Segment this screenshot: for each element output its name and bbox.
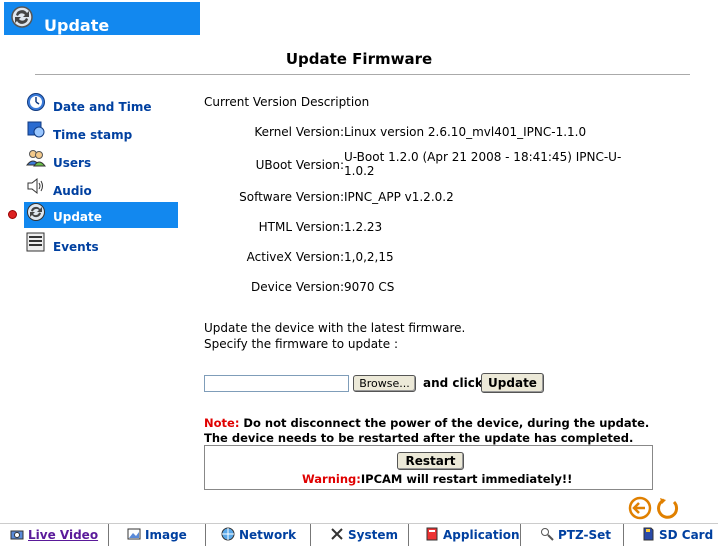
- timestamp-icon: [27, 121, 45, 138]
- sidebar-item-events[interactable]: Events: [24, 232, 179, 258]
- version-key: HTML Version:: [258, 220, 344, 234]
- tab-label: Network: [239, 528, 297, 542]
- sidebar-item-users[interactable]: Users: [24, 148, 179, 174]
- sidebar-item-audio[interactable]: Audio: [24, 176, 179, 202]
- note-text: Do not disconnect the power of the devic…: [239, 416, 650, 430]
- network-icon: [221, 527, 235, 541]
- version-value: U-Boot 1.2.0 (Apr 21 2008 - 18:41:45) IP…: [344, 150, 622, 178]
- header-title: Update: [44, 16, 110, 35]
- version-row-html: HTML Version: 1.2.23: [204, 220, 664, 240]
- header-bar: Update: [4, 2, 200, 35]
- version-value: 1.2.23: [344, 220, 383, 234]
- divider: [35, 74, 690, 75]
- sidebar-item-label: Date and Time: [53, 100, 152, 114]
- tab-network[interactable]: Network: [221, 527, 296, 547]
- version-row-kernel: Kernel Version: Linux version 2.6.10_mvl…: [204, 125, 664, 145]
- sidebar-item-label: Events: [53, 240, 99, 254]
- version-value: Linux version 2.6.10_mvl401_IPNC-1.1.0: [344, 125, 587, 139]
- tab-label: Application: [443, 528, 520, 542]
- sidebar-item-label: Update: [53, 210, 102, 224]
- sidebar-item-update[interactable]: Update: [24, 202, 178, 228]
- version-row-activex: ActiveX Version: 1,0,2,15: [204, 250, 664, 270]
- version-heading: Current Version Description: [204, 95, 370, 109]
- tab-system[interactable]: System: [330, 527, 398, 547]
- magnifier-icon: [541, 528, 554, 541]
- version-row-software: Software Version: IPNC_APP v1.2.0.2: [204, 190, 664, 210]
- update-button[interactable]: Update: [481, 373, 544, 393]
- note-line-1: Note: Do not disconnect the power of the…: [204, 416, 649, 430]
- page-title: Update Firmware: [285, 50, 433, 68]
- version-row-device: Device Version: 9070 CS: [204, 280, 664, 300]
- tab-label: Image: [145, 528, 187, 542]
- tab-label: System: [348, 528, 398, 542]
- refresh-icon[interactable]: [656, 496, 680, 520]
- tab-label: SD Card: [659, 528, 714, 542]
- and-click-label: and click: [423, 376, 483, 390]
- version-row-uboot: UBoot Version: U-Boot 1.2.0 (Apr 21 2008…: [204, 150, 664, 186]
- note-line-2: The device needs to be restarted after t…: [204, 431, 634, 445]
- sidebar-item-label: Users: [53, 156, 92, 170]
- tab-divider: [108, 524, 109, 546]
- sidebar-item-label: Audio: [53, 184, 92, 198]
- tab-label: Live Video: [28, 528, 99, 542]
- tab-divider: [408, 524, 409, 546]
- browse-button[interactable]: Browse...: [353, 375, 416, 392]
- note-prefix: Note:: [204, 416, 240, 430]
- version-key: UBoot Version:: [255, 158, 344, 172]
- events-icon: [26, 232, 45, 252]
- tab-image[interactable]: Image: [127, 527, 187, 547]
- tools-icon: [331, 528, 343, 540]
- sdcard-icon: [643, 527, 654, 541]
- version-key: Software Version:: [239, 190, 344, 204]
- image-icon: [127, 528, 141, 540]
- version-key: Device Version:: [250, 280, 344, 294]
- update-icon: [27, 203, 45, 221]
- tab-application[interactable]: Application: [425, 527, 520, 547]
- sidebar-item-label: Time stamp: [53, 128, 133, 142]
- restart-warning: Warning:IPCAM will restart immediately!!: [302, 472, 572, 486]
- version-value: 9070 CS: [344, 280, 395, 294]
- speaker-icon: [27, 177, 43, 195]
- tab-divider: [310, 524, 311, 546]
- update-instruction: Update the device with the latest firmwa…: [204, 321, 466, 335]
- sidebar-item-date-and-time[interactable]: Date and Time: [24, 92, 179, 118]
- version-value: 1,0,2,15: [344, 250, 394, 264]
- clock-icon: [27, 93, 45, 111]
- version-key: ActiveX Version:: [246, 250, 344, 264]
- tab-ptz-set[interactable]: PTZ-Set: [540, 527, 611, 547]
- warning-text: IPCAM will restart immediately!!: [360, 472, 573, 486]
- sidebar-item-time-stamp[interactable]: Time stamp: [24, 120, 179, 146]
- tab-divider: [205, 524, 206, 546]
- version-value: IPNC_APP v1.2.0.2: [344, 190, 454, 204]
- users-icon: [26, 150, 46, 167]
- firmware-file-input[interactable]: [204, 375, 349, 392]
- application-icon: [426, 527, 438, 541]
- tab-live-video[interactable]: Live Video: [10, 527, 98, 547]
- tab-label: PTZ-Set: [558, 528, 611, 542]
- warning-prefix: Warning:: [302, 472, 361, 486]
- update-instruction-2: Specify the firmware to update :: [204, 337, 398, 351]
- tab-divider: [520, 524, 521, 546]
- update-icon: [11, 6, 33, 28]
- camera-icon: [10, 530, 24, 540]
- tab-sd-card[interactable]: SD Card: [641, 527, 713, 547]
- selected-bullet-icon: [8, 210, 17, 219]
- tab-divider: [623, 524, 624, 546]
- restart-button[interactable]: Restart: [397, 452, 464, 470]
- back-arrow-icon[interactable]: [628, 496, 652, 520]
- version-key: Kernel Version:: [254, 125, 344, 139]
